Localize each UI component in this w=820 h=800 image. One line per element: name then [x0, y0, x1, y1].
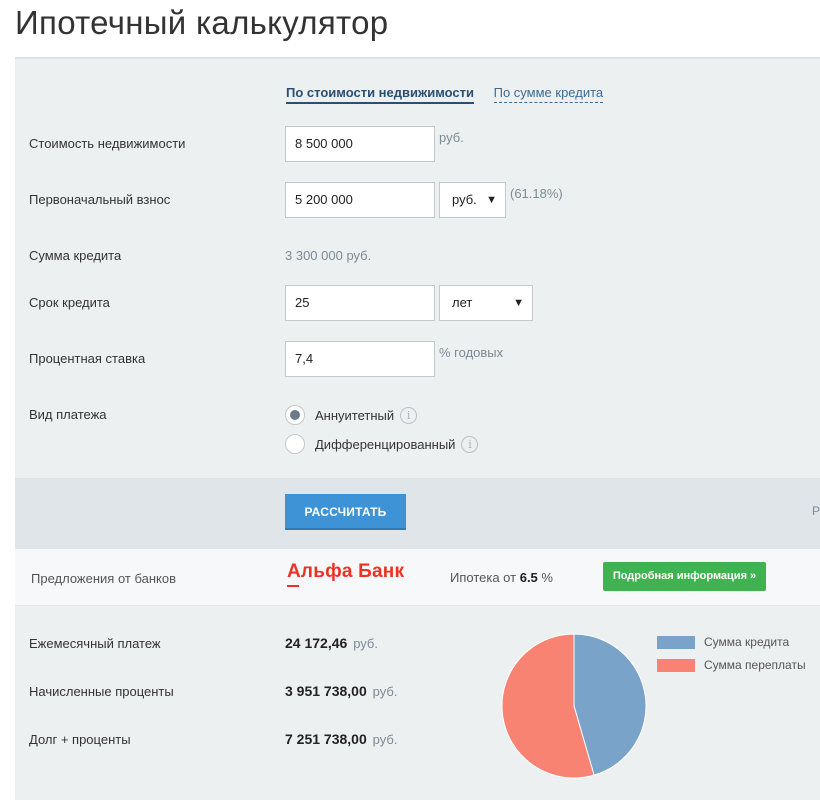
differentiated-option[interactable]: Дифференцированный i: [285, 434, 479, 454]
monthly-payment-currency: руб.: [353, 636, 378, 651]
rate-input[interactable]: 7,4: [285, 341, 435, 377]
legend-overpayment: Сумма переплаты: [657, 658, 806, 672]
chevron-down-icon: ▼: [486, 194, 497, 206]
differentiated-radio[interactable]: [285, 434, 305, 454]
legend-label-loan: Сумма кредита: [704, 635, 790, 649]
annuity-radio[interactable]: [285, 405, 305, 425]
offer-rate-value: 6.5: [519, 570, 538, 585]
monthly-payment-amount: 24 172,46: [285, 635, 348, 651]
annuity-label: Аннуитетный: [315, 407, 395, 423]
debt-plus-interest-value: 7 251 738,00 руб.: [285, 731, 397, 747]
term-label: Срок кредита: [29, 295, 110, 310]
accrued-interest-label: Начисленные проценты: [29, 684, 174, 699]
payment-type-label: Вид платежа: [29, 407, 107, 422]
info-icon[interactable]: i: [461, 435, 479, 453]
debt-plus-interest-label: Долг + проценты: [29, 732, 131, 747]
legend-label-overpayment: Сумма переплаты: [704, 658, 806, 672]
legend-swatch-overpayment: [657, 658, 695, 672]
page-title: Ипотечный калькулятор: [15, 4, 389, 41]
term-input[interactable]: 25: [285, 285, 435, 321]
legend-loan-amount: Сумма кредита: [657, 635, 789, 649]
accrued-interest-value: 3 951 738,00 руб.: [285, 683, 397, 699]
down-payment-unit-value: руб.: [452, 192, 477, 207]
tab-by-property-cost[interactable]: По стоимости недвижимости: [286, 85, 474, 104]
annuity-option[interactable]: Аннуитетный i: [285, 405, 418, 425]
bank-logo-underline: [287, 585, 299, 587]
calculate-bar: РАССЧИТАТЬ Р: [15, 478, 820, 548]
loan-amount-label: Сумма кредита: [29, 248, 122, 263]
down-payment-percent: (61.18%): [510, 186, 563, 201]
down-payment-unit-select[interactable]: руб. ▼: [439, 182, 506, 218]
calculate-button[interactable]: РАССЧИТАТЬ: [285, 494, 406, 530]
more-info-button[interactable]: Подробная информация »: [603, 562, 766, 591]
monthly-payment-value: 24 172,46 руб.: [285, 635, 378, 651]
bank-logo[interactable]: Альфа Банк: [287, 561, 405, 587]
debt-plus-interest-amount: 7 251 738,00: [285, 731, 367, 747]
property-cost-input[interactable]: 8 500 000: [285, 126, 435, 162]
payment-pie-chart: [501, 633, 647, 779]
down-payment-input[interactable]: 5 200 000: [285, 182, 435, 218]
rate-label: Процентная ставка: [29, 351, 146, 366]
mode-tabs: По стоимости недвижимости По сумме креди…: [286, 85, 604, 104]
calculator-panel: По стоимости недвижимости По сумме креди…: [15, 57, 820, 800]
legend-swatch-loan: [657, 635, 695, 649]
term-unit-select[interactable]: лет ▼: [439, 285, 533, 321]
offer-rate-suffix: %: [541, 570, 553, 585]
offer-rate-prefix: Ипотека от: [450, 570, 517, 585]
bank-name: Альфа Банк: [287, 561, 405, 582]
accrued-interest-amount: 3 951 738,00: [285, 683, 367, 699]
debt-plus-interest-currency: руб.: [372, 732, 398, 747]
truncated-text: Р: [811, 504, 820, 518]
bank-offers-bar: Предложения от банков Альфа Банк Ипотека…: [15, 548, 820, 606]
accrued-interest-currency: руб.: [372, 684, 398, 699]
property-cost-label: Стоимость недвижимости: [29, 136, 186, 151]
loan-amount-value: 3 300 000 руб.: [285, 248, 372, 263]
differentiated-label: Дифференцированный: [315, 436, 456, 452]
term-unit-value: лет: [452, 295, 473, 310]
monthly-payment-label: Ежемесячный платеж: [29, 636, 161, 651]
offer-rate: Ипотека от 6.5 %: [450, 570, 553, 585]
offers-label: Предложения от банков: [31, 571, 176, 586]
rate-unit: % годовых: [439, 345, 504, 360]
chevron-down-icon: ▼: [513, 297, 524, 309]
property-cost-unit: руб.: [439, 130, 464, 145]
tab-by-loan-amount[interactable]: По сумме кредита: [493, 85, 604, 103]
info-icon[interactable]: i: [400, 406, 418, 424]
down-payment-label: Первоначальный взнос: [29, 192, 171, 207]
